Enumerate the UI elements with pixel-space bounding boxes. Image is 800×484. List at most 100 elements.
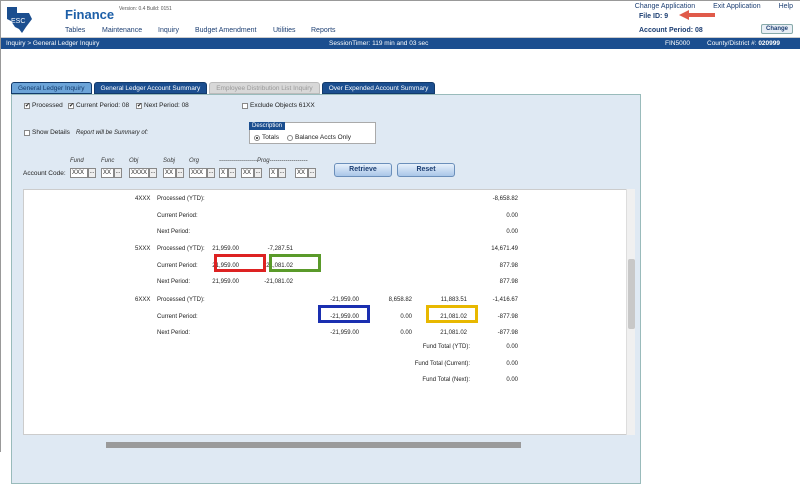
exclude-objects-checkbox[interactable]: Exclude Objects 61XX bbox=[242, 102, 315, 109]
row-label: Processed (YTD): bbox=[157, 246, 205, 252]
prog-lookup-button-2[interactable]: ... bbox=[254, 168, 262, 178]
account-group-code: 4XXX bbox=[135, 196, 151, 202]
current-period-checkbox[interactable]: ✔ Current Period: 08 bbox=[68, 102, 129, 109]
tab-employee-distribution-list-inquiry[interactable]: Employee Distribution List Inquiry bbox=[209, 82, 320, 94]
processed-checkbox[interactable]: ✔ Processed bbox=[24, 102, 63, 109]
account-period: Account Period: 08 bbox=[639, 27, 703, 34]
checkbox-empty-icon bbox=[242, 102, 248, 109]
radio-empty-icon bbox=[286, 134, 293, 141]
checkbox-checked-icon: ✔ bbox=[24, 102, 31, 109]
menu-maintenance[interactable]: Maintenance bbox=[102, 27, 142, 34]
help-link[interactable]: Help bbox=[779, 3, 793, 10]
amount-cell: -21,959.00 bbox=[330, 330, 359, 336]
main-content: General Ledger Inquiry General Ledger Ac… bbox=[1, 49, 800, 484]
amount-cell: 14,671.49 bbox=[491, 246, 518, 252]
reset-button[interactable]: Reset bbox=[397, 163, 455, 177]
top-header: ESC Finance Version: 0.4 Build: 0151 Tab… bbox=[1, 1, 800, 38]
arrow-left-icon bbox=[679, 10, 715, 20]
prog-input-1[interactable]: X bbox=[219, 168, 228, 178]
fund-total-value: 0.00 bbox=[506, 344, 518, 350]
func-header: Func bbox=[101, 158, 115, 164]
vertical-scrollbar[interactable] bbox=[626, 189, 635, 435]
menu-tables[interactable]: Tables bbox=[65, 27, 85, 34]
sobj-header: Sobj bbox=[163, 158, 176, 164]
current-period-label: Current Period: 08 bbox=[76, 102, 130, 109]
prog-lookup-button-4[interactable]: ... bbox=[308, 168, 316, 178]
breadcrumb: Inquiry > General Ledger Inquiry bbox=[6, 40, 100, 47]
row-label: Processed (YTD): bbox=[157, 297, 205, 303]
app-window: ESC Finance Version: 0.4 Build: 0151 Tab… bbox=[0, 0, 800, 484]
amount-cell: 11,883.51 bbox=[440, 297, 467, 303]
show-details-checkbox[interactable]: Show Details bbox=[24, 129, 70, 136]
highlight-box-blue bbox=[318, 305, 370, 323]
row-label: Current Period: bbox=[157, 262, 198, 269]
amount-cell: 21,959.00 bbox=[212, 279, 239, 285]
prog-input-2[interactable]: XX bbox=[241, 168, 254, 178]
amount-cell: -7,287.51 bbox=[267, 246, 293, 252]
change-button[interactable]: Change bbox=[761, 24, 793, 34]
amount-cell: -877.98 bbox=[497, 330, 518, 336]
row-label: Current Period: bbox=[157, 313, 198, 320]
highlight-box-green bbox=[269, 254, 321, 272]
fin-code: FIN5000 bbox=[665, 40, 690, 47]
fund-lookup-button[interactable]: ... bbox=[88, 168, 96, 178]
prog-lookup-button-1[interactable]: ... bbox=[228, 168, 236, 178]
obj-lookup-button[interactable]: ... bbox=[149, 168, 157, 178]
row-label: Next Period: bbox=[157, 330, 191, 336]
summary-note: Report will be Summary of: bbox=[76, 130, 149, 136]
retrieve-button[interactable]: Retrieve bbox=[334, 163, 392, 177]
tab-over-expended-account-summary[interactable]: Over Expended Account Summary bbox=[321, 82, 436, 94]
func-lookup-button[interactable]: ... bbox=[114, 168, 122, 178]
fund-total-value: 0.00 bbox=[506, 377, 518, 383]
processed-label: Processed bbox=[32, 102, 63, 109]
amount-cell: 877.98 bbox=[499, 262, 518, 269]
amount-cell: -1,416.67 bbox=[492, 297, 518, 303]
amount-cell: 21,959.00 bbox=[212, 246, 239, 252]
highlight-box-red bbox=[214, 254, 266, 272]
exit-application-link[interactable]: Exit Application bbox=[713, 3, 760, 10]
next-period-checkbox[interactable]: ✔ Next Period: 08 bbox=[136, 102, 189, 109]
totals-radio[interactable]: Totals bbox=[254, 134, 279, 141]
fund-total-label: Fund Total (YTD): bbox=[422, 344, 470, 350]
prog-lookup-button-3[interactable]: ... bbox=[278, 168, 286, 178]
row-label: Processed (YTD): bbox=[157, 196, 205, 202]
amount-cell: 0.00 bbox=[506, 229, 518, 235]
menu-utilities[interactable]: Utilities bbox=[273, 27, 296, 34]
checkbox-checked-icon: ✔ bbox=[136, 102, 143, 109]
org-header: Org bbox=[189, 158, 200, 164]
amount-cell: -8,658.82 bbox=[492, 196, 518, 202]
amount-cell: -21,959.00 bbox=[330, 297, 359, 303]
org-input[interactable]: XXX bbox=[189, 168, 207, 178]
radio-selected-icon bbox=[254, 134, 260, 141]
sobj-lookup-button[interactable]: ... bbox=[176, 168, 184, 178]
menu-reports[interactable]: Reports bbox=[311, 27, 336, 34]
org-lookup-button[interactable]: ... bbox=[207, 168, 215, 178]
exclude-label: Exclude Objects 61XX bbox=[250, 102, 315, 109]
fund-input[interactable]: XXX bbox=[70, 168, 88, 178]
show-details-label: Show Details bbox=[32, 129, 70, 136]
sobj-input[interactable]: XX bbox=[163, 168, 176, 178]
tab-general-ledger-account-summary[interactable]: General Ledger Account Summary bbox=[93, 82, 208, 94]
account-group-code: 6XXX bbox=[135, 297, 151, 303]
amount-cell: 0.00 bbox=[400, 313, 412, 320]
menu-inquiry[interactable]: Inquiry bbox=[158, 27, 179, 34]
prog-input-4[interactable]: XX bbox=[295, 168, 308, 178]
fund-total-label: Fund Total (Current): bbox=[414, 360, 470, 367]
fund-total-label: Fund Total (Next): bbox=[422, 377, 470, 383]
amount-cell: 8,658.82 bbox=[388, 297, 412, 303]
tab-general-ledger-inquiry[interactable]: General Ledger Inquiry bbox=[11, 82, 92, 94]
prog-input-3[interactable]: X bbox=[269, 168, 278, 178]
description-label: Description bbox=[249, 122, 286, 130]
county-label: County/District #: bbox=[707, 40, 757, 47]
func-input[interactable]: XX bbox=[101, 168, 114, 178]
menu-budget-amendment[interactable]: Budget Amendment bbox=[195, 27, 257, 34]
scrollbar-thumb[interactable] bbox=[628, 259, 635, 329]
account-group-code: 5XXX bbox=[135, 246, 151, 252]
obj-input[interactable]: XXXX bbox=[129, 168, 149, 178]
horizontal-scrollbar[interactable] bbox=[106, 442, 521, 448]
amount-cell: 0.00 bbox=[506, 212, 518, 219]
checkbox-checked-icon: ✔ bbox=[68, 102, 75, 109]
balance-only-radio[interactable]: Balance Accts Only bbox=[286, 134, 351, 141]
nav-bar: Inquiry > General Ledger Inquiry Session… bbox=[1, 38, 800, 49]
amount-cell: 0.00 bbox=[400, 330, 412, 336]
